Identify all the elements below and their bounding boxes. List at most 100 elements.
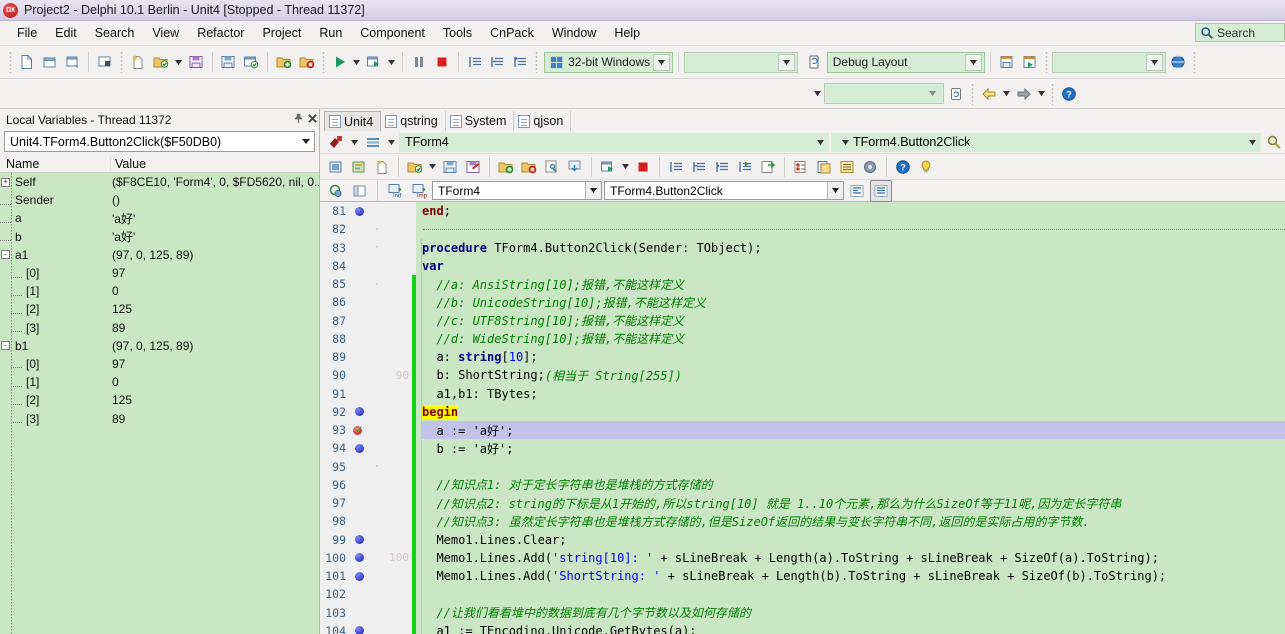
fold-marker[interactable] [368,421,386,440]
code-line[interactable]: 88 //d: WideString[10];报错,不能这样定义 [320,329,1285,348]
modules-button[interactable] [859,156,881,178]
platform-combo[interactable]: 32-bit Windows [544,51,673,73]
code-text[interactable]: a1,b1: TBytes; [421,384,1285,403]
code-text[interactable] [421,220,1285,238]
fold-marker[interactable] [368,366,386,385]
open-project-button[interactable] [150,51,172,73]
menu-component[interactable]: Component [351,23,434,43]
align-left-button[interactable] [846,180,868,202]
breakpoint-marker[interactable] [350,548,368,567]
ide-search-box[interactable]: Search [1195,23,1285,42]
code-line[interactable]: 100 100 Memo1.Lines.Add('string[10]: ' + … [320,548,1285,567]
breakpoint-gutter-slot[interactable] [350,512,368,531]
menu-project[interactable]: Project [253,23,310,43]
hint-button[interactable] [915,156,937,178]
open-unit-button[interactable] [404,156,426,178]
code-line[interactable]: 90 90 b: ShortString; (相当于 String[255]) [320,366,1285,385]
fold-marker[interactable] [368,293,386,312]
new-file-button[interactable] [16,51,38,73]
breakpoint-marker[interactable] [350,530,368,549]
editor-member-combo-left-arrow[interactable] [837,139,853,145]
column-header-value[interactable]: Value [110,156,319,171]
new-item-button[interactable] [127,51,149,73]
column-header-name[interactable]: Name [0,157,110,171]
fold-marker[interactable] [368,402,386,421]
breakpoint-gutter-slot[interactable] [350,603,368,622]
code-text[interactable]: Memo1.Lines.Add('string[10]: ' + sLineBr… [421,548,1285,567]
tree-collapse-icon[interactable]: - [0,337,11,355]
back-button[interactable] [978,83,1000,105]
local-variable-row[interactable]: [0] 97 [0,355,319,373]
breakpoint-gutter-slot[interactable] [350,256,368,275]
menu-refactor[interactable]: Refactor [188,23,253,43]
fold-marker[interactable] [368,329,386,348]
code-text[interactable]: //b: UnicodeString[10];报错,不能这样定义 [421,293,1285,312]
fold-marker[interactable] [368,311,386,330]
breakpoint-gutter-slot[interactable] [350,384,368,403]
new-unit-button[interactable] [371,156,393,178]
fold-marker[interactable] [368,548,386,567]
breakpoint-marker[interactable] [350,567,368,586]
structure-class-combo-arrow[interactable] [585,182,601,199]
browser-button[interactable] [1167,51,1189,73]
remove-from-project-button[interactable] [296,51,318,73]
tree-toggle-box[interactable]: - [1,250,10,260]
breakpoint-gutter-slot[interactable] [350,348,368,367]
save-all-button[interactable] [217,51,239,73]
save-unit-button[interactable] [439,156,461,178]
code-line[interactable]: 82 · [320,220,1285,239]
local-variable-row[interactable]: + Self ($F8CE10, 'Form4', 0, $FD5620, nil,… [0,173,319,191]
structure-refresh-button[interactable] [325,180,347,202]
local-variable-row[interactable]: [3] 89 [0,409,319,427]
breakpoint-marker[interactable] [350,202,368,221]
fold-marker[interactable] [368,384,386,403]
breakpoint-gutter-slot[interactable] [350,494,368,513]
watch-list-button[interactable] [836,156,858,178]
local-variable-row[interactable]: [2] 125 [0,300,319,318]
breakpoint-gutter-slot[interactable] [350,293,368,312]
code-text[interactable]: a: string[10]; [421,348,1285,367]
trace-into-button[interactable] [464,51,486,73]
code-line[interactable]: 94 b := 'a好'; [320,439,1285,458]
install-packages-button[interactable] [564,156,586,178]
find-references-button[interactable] [813,156,835,178]
run-editor-dropdown[interactable] [620,156,631,178]
breakpoint-gutter-slot[interactable] [350,275,368,294]
save-layout-button[interactable] [996,51,1018,73]
code-line[interactable]: 104 a1 := TEncoding.Unicode.GetBytes(a); [320,621,1285,634]
save-button[interactable] [185,51,207,73]
code-text[interactable]: //知识点3: 虽然定长字符串也是堆栈方式存储的,但是SizeOf返回的结果与变… [421,512,1285,531]
goto-implementation-button[interactable]: Impl [408,180,430,202]
code-line[interactable]: 96 //知识点1: 对于定长字符串也是堆栈的方式存储的 [320,475,1285,494]
pin-icon[interactable] [291,113,305,127]
code-text[interactable]: procedure TForm4.Button2Click(Sender: TO… [421,238,1285,257]
history-dropdown[interactable] [812,83,823,105]
editor-search-button[interactable] [1263,131,1285,153]
editor-class-combo-arrow[interactable] [811,139,829,145]
breakpoint-marker[interactable] [350,402,368,421]
breakpoint-gutter-slot[interactable] [350,238,368,257]
code-text[interactable]: Memo1.Lines.Add('ShortString: ' + sLineB… [421,567,1285,586]
goto-interface-button[interactable]: Intf [384,180,406,202]
local-variable-row[interactable]: a 'a好' [0,209,319,227]
unit-view-dropdown[interactable] [386,131,397,153]
code-line[interactable]: 102 [320,585,1285,604]
fold-marker[interactable]: · [368,457,386,476]
config-combo-arrow[interactable] [777,53,795,71]
layout-combo-arrow[interactable] [965,53,983,71]
local-variable-row[interactable]: - b1 (97, 0, 125, 89) [0,337,319,355]
code-line[interactable]: 86 //b: UnicodeString[10];报错,不能这样定义 [320,293,1285,312]
code-line[interactable]: 101 Memo1.Lines.Add('ShortString: ' + sL… [320,567,1285,586]
run-dropdown[interactable] [352,51,363,73]
menu-run[interactable]: Run [310,23,351,43]
step-4-button[interactable] [734,156,756,178]
local-variable-row[interactable]: [3] 89 [0,319,319,337]
run-to-cursor-button[interactable] [509,51,531,73]
code-line[interactable]: 85 · //a: AnsiString[10];报错,不能这样定义 [320,275,1285,294]
code-text[interactable]: //知识点2: string的下标是从1开始的,所以string[10] 就是 … [421,494,1285,513]
fold-marker[interactable]: · [368,275,386,294]
local-variable-row[interactable]: Sender () [0,191,319,209]
step-2-button[interactable] [688,156,710,178]
run-without-debug-dropdown[interactable] [386,51,397,73]
editor-tab-qjson[interactable]: qjson [514,111,572,131]
